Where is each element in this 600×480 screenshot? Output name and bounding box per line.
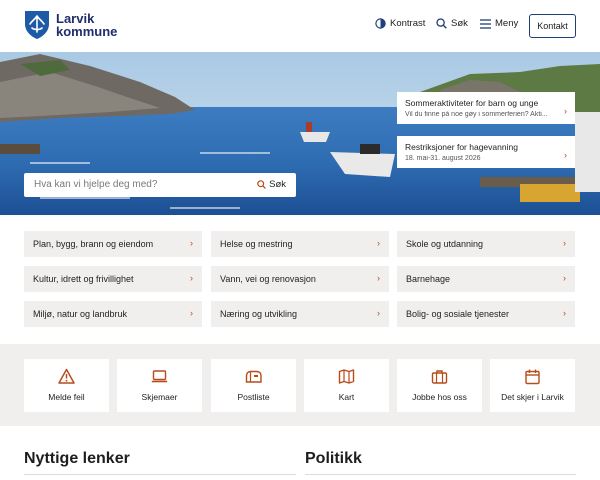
news-card[interactable]: Restriksjoner for hagevanning 18. mai-31… [397,136,575,168]
quick-link-label: Skjemaer [141,392,178,402]
laptop-icon [151,370,168,383]
logo-wordmark: Larvik kommune [56,12,117,38]
quick-link-label: Postliste [237,392,270,402]
chevron-right-icon: › [564,150,567,160]
chevron-right-icon: › [190,308,193,318]
calendar-icon [525,369,540,385]
header-search-button[interactable]: Søk [436,18,468,29]
quick-link-skjemaer[interactable]: Skjemaer [117,359,202,412]
category-label: Skole og utdanning [406,239,484,249]
chevron-right-icon: › [377,308,380,318]
category-link[interactable]: Næring og utvikling › [211,301,389,327]
category-label: Barnehage [406,274,451,284]
quick-link-melde-feil[interactable]: Melde feil [24,359,109,412]
category-label: Næring og utvikling [220,309,298,319]
politics-heading: Politikk [305,450,362,467]
category-label: Miljø, natur og landbruk [33,309,128,319]
category-link[interactable]: Helse og mestring › [211,231,389,257]
category-link[interactable]: Kultur, idrett og frivillighet › [24,266,202,292]
chevron-right-icon: › [377,273,380,283]
category-link[interactable]: Skole og utdanning › [397,231,575,257]
quick-link-label: Det skjer i Larvik [501,392,564,402]
search-icon [257,180,266,189]
hero-search-label: Søk [269,179,286,190]
warning-icon [58,368,75,384]
hero-banner: Hva kan vi hjelpe deg med? Søk Sommerakt… [0,52,600,215]
chevron-right-icon: › [190,238,193,248]
quick-link-postliste[interactable]: Postliste [211,359,296,412]
chevron-right-icon: › [377,238,380,248]
menu-button[interactable]: Meny [480,18,518,29]
map-icon [338,369,355,384]
category-link[interactable]: Plan, bygg, brann og eiendom › [24,231,202,257]
chevron-right-icon: › [564,106,567,116]
contrast-icon [375,18,386,29]
larvik-logo[interactable]: Larvik kommune [24,10,117,40]
coat-of-arms-icon [25,11,49,39]
hero-search-bar[interactable]: Hva kan vi hjelpe deg med? Søk [24,173,296,197]
logo-line-2: kommune [56,24,118,39]
category-label: Bolig- og sosiale tjenester [406,309,510,319]
quick-link-jobbe-hos-oss[interactable]: Jobbe hos oss [397,359,482,412]
category-label: Kultur, idrett og frivillighet [33,274,134,284]
useful-links-heading: Nyttige lenker [24,450,130,467]
contact-button[interactable]: Kontakt [529,14,576,38]
header-search-label: Søk [451,18,468,29]
news-subtitle: 18. mai-31. august 2026 [405,155,481,162]
hamburger-icon [480,18,491,29]
quick-link-label: Kart [338,392,355,402]
section-divider [305,474,576,475]
category-label: Plan, bygg, brann og eiendom [33,239,154,249]
news-subtitle: Vil du finne på noe gøy i sommerferien? … [405,111,548,118]
chevron-right-icon: › [190,273,193,283]
briefcase-icon [431,370,448,384]
contrast-label: Kontrast [390,18,426,29]
search-icon [436,18,447,29]
news-title: Restriksjoner for hagevanning [405,142,518,152]
site-header: Larvik kommune Kontrast Søk Meny Kontakt [0,0,600,52]
category-link[interactable]: Bolig- og sosiale tjenester › [397,301,575,327]
section-divider [24,474,296,475]
quick-link-kart[interactable]: Kart [304,359,389,412]
hero-search-button[interactable]: Søk [257,179,286,190]
chevron-right-icon: › [563,273,566,283]
quick-link-label: Jobbe hos oss [412,392,467,402]
search-input[interactable]: Hva kan vi hjelpe deg med? [34,179,157,190]
menu-label: Meny [495,18,519,29]
news-title: Sommeraktiviteter for barn og unge [405,98,539,108]
news-card[interactable]: Sommeraktiviteter for barn og unge Vil d… [397,92,575,124]
category-label: Vann, vei og renovasjon [220,274,316,284]
chevron-right-icon: › [563,308,566,318]
category-link[interactable]: Vann, vei og renovasjon › [211,266,389,292]
chevron-right-icon: › [563,238,566,248]
mailbox-icon [245,370,262,383]
category-label: Helse og mestring [220,239,293,249]
contrast-button[interactable]: Kontrast [375,18,425,29]
quick-link-det-skjer-i-larvik[interactable]: Det skjer i Larvik [490,359,575,412]
quick-link-label: Melde feil [48,392,85,402]
category-link[interactable]: Barnehage › [397,266,575,292]
category-link[interactable]: Miljø, natur og landbruk › [24,301,202,327]
